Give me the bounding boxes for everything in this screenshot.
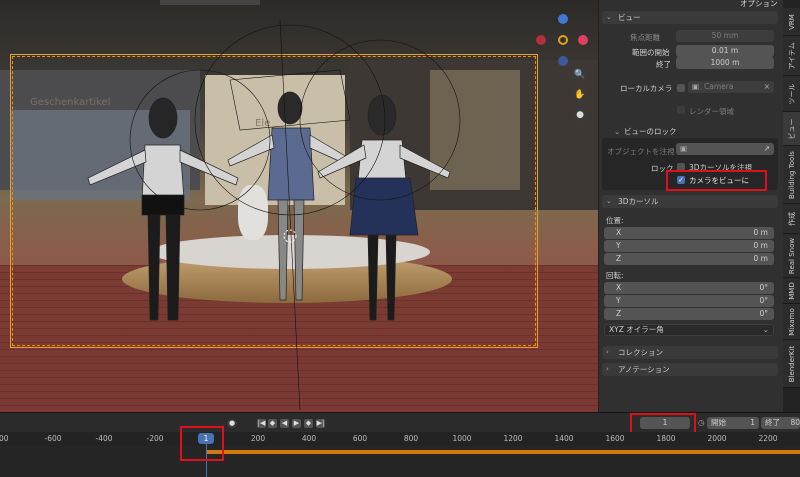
- clip-start-label: 範囲の開始: [632, 48, 670, 57]
- highlight-camera-to-view: [666, 170, 767, 191]
- highlight-playhead: [180, 426, 224, 461]
- chevron-right-icon: ›: [606, 348, 609, 356]
- tick-label: 600: [352, 434, 368, 443]
- tab-tool[interactable]: ツール: [783, 76, 800, 112]
- tab-create[interactable]: 作成: [783, 204, 800, 234]
- tab-mmd[interactable]: MMD: [783, 278, 800, 304]
- rotation-label: 回転:: [606, 271, 624, 280]
- tick-label: 1200: [503, 434, 523, 443]
- chevron-down-icon: ⌄: [606, 13, 612, 21]
- tick-label: 1400: [554, 434, 574, 443]
- focal-length-label: 焦点距離: [630, 33, 660, 42]
- tick-label: -400: [95, 434, 113, 443]
- highlight-current-frame: [630, 413, 696, 434]
- viewport-header-icons[interactable]: [160, 0, 260, 5]
- render-region-label: レンダー領域: [689, 107, 734, 116]
- lock-object-field[interactable]: ▣ ↗: [676, 143, 774, 155]
- chevron-right-icon: ›: [606, 365, 609, 373]
- 3d-viewport[interactable]: Geschenkartikel Ele 🔍 ✋ ●: [0, 0, 598, 412]
- end-frame-field[interactable]: 終了 80: [761, 417, 800, 429]
- tick-label: 200: [250, 434, 266, 443]
- panel-header-view[interactable]: ⌄ ビュー: [602, 11, 778, 24]
- cursor-rot-x[interactable]: X 0°: [604, 282, 774, 294]
- location-label: 位置:: [606, 216, 624, 225]
- panel-header-3d-cursor[interactable]: ⌄ 3Dカーソル: [602, 195, 778, 208]
- local-camera-field[interactable]: ▣ Camera ×: [688, 81, 774, 93]
- cursor-loc-x[interactable]: X 0 m: [604, 227, 774, 239]
- gizmo-x-axis[interactable]: [578, 35, 588, 45]
- jump-end-icon[interactable]: ▶|: [316, 419, 325, 428]
- zoom-icon[interactable]: 🔍: [573, 68, 587, 82]
- chevron-down-icon: ⌄: [614, 127, 621, 136]
- local-camera-checkbox[interactable]: [677, 84, 685, 92]
- chevron-down-icon: ⌄: [606, 197, 612, 205]
- gizmo-z-axis[interactable]: [558, 14, 568, 24]
- gizmo-neg-z-axis[interactable]: [558, 56, 568, 66]
- clip-start-field[interactable]: 0.01 m: [676, 45, 774, 57]
- rotation-mode-dropdown[interactable]: XYZ オイラー角 ⌄: [604, 324, 774, 336]
- panel-header-annotation[interactable]: › アノテーション: [602, 363, 778, 376]
- tick-label: -200: [146, 434, 164, 443]
- cursor-rot-y[interactable]: Y 0°: [604, 295, 774, 307]
- tab-building-tools[interactable]: Building Tools: [783, 146, 800, 204]
- characters-rig: [87, 19, 461, 411]
- object-icon: ▣: [680, 144, 688, 153]
- tick-label: 1800: [656, 434, 676, 443]
- tick-label: 800: [403, 434, 419, 443]
- frame-range-bar: [207, 450, 800, 454]
- play-reverse-icon[interactable]: ◀: [280, 419, 289, 428]
- tick-label: -600: [44, 434, 62, 443]
- gizmo-center[interactable]: [558, 35, 568, 45]
- next-keyframe-icon[interactable]: ◆: [304, 419, 313, 428]
- clock-icon[interactable]: ◷: [698, 418, 705, 427]
- render-region-checkbox[interactable]: [677, 106, 685, 114]
- tick-label: 2000: [707, 434, 727, 443]
- tab-view[interactable]: ビュー: [783, 112, 800, 146]
- cursor-loc-z[interactable]: Z 0 m: [604, 253, 774, 265]
- panel-header-collection[interactable]: › コレクション: [602, 346, 778, 359]
- local-camera-label: ローカルカメラ: [620, 84, 673, 93]
- timeline-ruler[interactable]: -800 -600 -400 -200 200 400 600 800 1000…: [0, 432, 800, 446]
- prev-keyframe-icon[interactable]: ◆: [268, 419, 277, 428]
- tab-blenderkit[interactable]: BlenderKit: [783, 340, 800, 388]
- cursor-rot-z[interactable]: Z 0°: [604, 308, 774, 320]
- clip-end-field[interactable]: 1000 m: [676, 57, 774, 69]
- tick-label: 1000: [452, 434, 472, 443]
- tab-vrm[interactable]: VRM: [783, 8, 800, 36]
- start-frame-field[interactable]: 開始 1: [707, 417, 759, 429]
- tick-label: 2200: [758, 434, 778, 443]
- lock-object-label: オブジェクトを注視: [607, 147, 675, 156]
- record-icon[interactable]: ●: [227, 419, 237, 428]
- tab-mixamo[interactable]: Mixamo: [783, 304, 800, 340]
- camera-object-icon: ▣: [692, 82, 700, 91]
- clear-x-icon[interactable]: ×: [764, 81, 770, 93]
- clip-end-label: 終了: [656, 60, 671, 69]
- tab-real-snow[interactable]: Real Snow: [783, 234, 800, 278]
- tick-label: 400: [301, 434, 317, 443]
- eyedropper-icon[interactable]: ↗: [764, 143, 770, 155]
- pan-hand-icon[interactable]: ✋: [573, 88, 587, 102]
- tab-item[interactable]: アイテム: [783, 36, 800, 76]
- camera-view-icon[interactable]: ●: [573, 108, 587, 122]
- tick-label: 1600: [605, 434, 625, 443]
- view-lock-header[interactable]: ビューのロック: [624, 126, 677, 137]
- options-menu[interactable]: オプション: [740, 0, 778, 9]
- tick-label: -800: [0, 434, 9, 443]
- gizmo-neg-x-axis[interactable]: [536, 35, 546, 45]
- jump-start-icon[interactable]: |◀: [257, 419, 266, 428]
- cursor-loc-y[interactable]: Y 0 m: [604, 240, 774, 252]
- focal-length-field[interactable]: 50 mm: [676, 30, 774, 42]
- play-icon[interactable]: ▶: [292, 419, 301, 428]
- chevron-down-icon: ⌄: [762, 325, 769, 334]
